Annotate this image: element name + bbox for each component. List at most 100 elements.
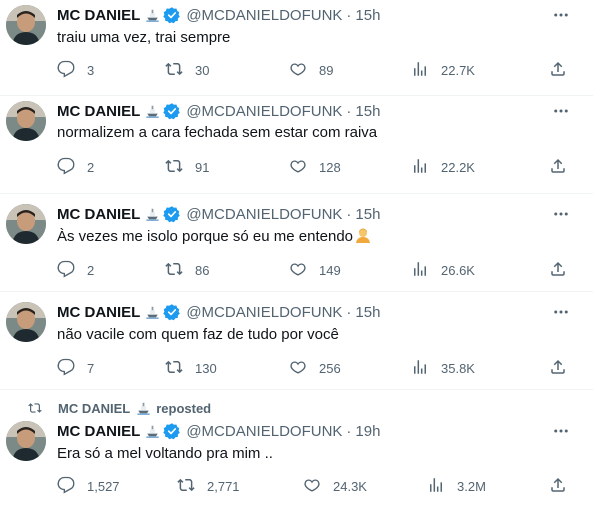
repost-button[interactable]: 30	[165, 60, 209, 80]
repost-button[interactable]: 86	[165, 260, 209, 280]
reply-button[interactable]: 2	[57, 260, 94, 280]
tweet-actions: 7 130 256 35.8K	[57, 358, 577, 378]
heart-icon	[289, 157, 307, 178]
views-button[interactable]: 3.2M	[427, 476, 486, 496]
like-count: 256	[319, 360, 341, 376]
author-handle[interactable]: @MCDANIELDOFUNK	[186, 103, 342, 120]
reply-count: 7	[87, 360, 95, 376]
share-icon	[549, 60, 567, 81]
verified-badge-icon[interactable]	[163, 303, 181, 321]
tweet[interactable]: MC DANIEL reposted MC DANIEL @MCDANIELDO…	[0, 390, 593, 507]
views-button[interactable]: 35.8K	[411, 358, 475, 378]
repost-count: 91	[195, 159, 210, 175]
views-button[interactable]: 22.2K	[411, 157, 475, 177]
tweet[interactable]: MC DANIEL @MCDANIELDOFUNK · 15h Às vezes…	[0, 194, 593, 292]
like-button[interactable]: 256	[289, 358, 341, 378]
separator-dot: ·	[346, 205, 352, 223]
avatar[interactable]	[6, 5, 46, 45]
avatar[interactable]	[6, 302, 46, 342]
tweet-text: Às vezes me isolo porque só eu me entend…	[57, 227, 371, 247]
tweet-time[interactable]: 15h	[355, 7, 380, 24]
reply-count: 2	[87, 262, 95, 278]
tweet-header: MC DANIEL @MCDANIELDOFUNK · 15h	[57, 204, 380, 224]
share-button[interactable]	[549, 358, 567, 378]
tweet-text: Era só a mel voltando pra mim ..	[57, 445, 273, 462]
like-button[interactable]: 24.3K	[303, 476, 367, 496]
avatar[interactable]	[6, 204, 46, 244]
reply-button[interactable]: 1,527	[57, 476, 120, 496]
author-handle[interactable]: @MCDANIELDOFUNK	[186, 206, 342, 223]
more-icon[interactable]	[551, 302, 571, 322]
more-icon[interactable]	[551, 421, 571, 441]
tweet-time[interactable]: 19h	[355, 423, 380, 440]
verified-badge-icon[interactable]	[163, 205, 181, 223]
author-name[interactable]: MC DANIEL	[57, 206, 140, 223]
repost-count: 130	[195, 360, 217, 376]
more-icon[interactable]	[551, 5, 571, 25]
repost-icon	[165, 157, 183, 178]
separator-dot: ·	[346, 102, 352, 120]
heart-icon	[289, 260, 307, 281]
heart-icon	[303, 476, 321, 497]
repost-count: 30	[195, 62, 210, 78]
avatar[interactable]	[6, 421, 46, 461]
reply-button[interactable]: 3	[57, 60, 94, 80]
separator-dot: ·	[346, 6, 352, 24]
repost-count: 86	[195, 262, 210, 278]
verified-badge-icon[interactable]	[163, 422, 181, 440]
person-emoji-icon	[355, 227, 371, 243]
tweet-header: MC DANIEL @MCDANIELDOFUNK · 15h	[57, 5, 380, 25]
author-name[interactable]: MC DANIEL	[57, 103, 140, 120]
author-name[interactable]: MC DANIEL	[57, 7, 140, 24]
share-button[interactable]	[549, 260, 567, 280]
avatar[interactable]	[6, 101, 46, 141]
ship-emoji-icon	[145, 8, 160, 22]
views-button[interactable]: 22.7K	[411, 60, 475, 80]
reply-count: 3	[87, 62, 95, 78]
author-handle[interactable]: @MCDANIELDOFUNK	[186, 304, 342, 321]
more-icon[interactable]	[551, 204, 571, 224]
tweet[interactable]: MC DANIEL @MCDANIELDOFUNK · 15h não vaci…	[0, 292, 593, 390]
repost-button[interactable]: 91	[165, 157, 209, 177]
repost-button[interactable]: 2,771	[177, 476, 240, 496]
verified-badge-icon[interactable]	[163, 6, 181, 24]
tweet-header: MC DANIEL @MCDANIELDOFUNK · 15h	[57, 302, 380, 322]
author-handle[interactable]: @MCDANIELDOFUNK	[186, 423, 342, 440]
author-name[interactable]: MC DANIEL	[57, 304, 140, 321]
views-count: 26.6K	[441, 262, 475, 278]
share-button[interactable]	[549, 60, 567, 80]
share-icon	[549, 157, 567, 178]
tweet-text: não vacile com quem faz de tudo por você	[57, 326, 339, 343]
reply-icon	[57, 60, 75, 81]
share-button[interactable]	[549, 476, 567, 496]
share-icon	[549, 476, 567, 497]
reply-icon	[57, 157, 75, 178]
tweet-header: MC DANIEL @MCDANIELDOFUNK · 15h	[57, 101, 380, 121]
repost-name[interactable]: MC DANIEL	[58, 401, 130, 416]
tweet-time[interactable]: 15h	[355, 103, 380, 120]
repost-button[interactable]: 130	[165, 358, 217, 378]
ship-emoji-icon	[145, 305, 160, 319]
reply-button[interactable]: 2	[57, 157, 94, 177]
like-button[interactable]: 149	[289, 260, 341, 280]
repost-banner[interactable]: MC DANIEL reposted	[28, 400, 211, 416]
tweet-text: normalizem a cara fechada sem estar com …	[57, 124, 378, 141]
separator-dot: ·	[346, 422, 352, 440]
tweet-time[interactable]: 15h	[355, 206, 380, 223]
like-button[interactable]: 89	[289, 60, 333, 80]
more-icon[interactable]	[551, 101, 571, 121]
verified-badge-icon[interactable]	[163, 102, 181, 120]
tweet-time[interactable]: 15h	[355, 304, 380, 321]
tweet[interactable]: MC DANIEL @MCDANIELDOFUNK · 15h normaliz…	[0, 96, 593, 194]
share-button[interactable]	[549, 157, 567, 177]
separator-dot: ·	[346, 303, 352, 321]
views-count: 22.7K	[441, 62, 475, 78]
views-button[interactable]: 26.6K	[411, 260, 475, 280]
reply-button[interactable]: 7	[57, 358, 94, 378]
author-name[interactable]: MC DANIEL	[57, 423, 140, 440]
repost-icon	[165, 358, 183, 379]
repost-icon	[177, 476, 195, 497]
tweet[interactable]: MC DANIEL @MCDANIELDOFUNK · 15h traiu um…	[0, 0, 593, 96]
author-handle[interactable]: @MCDANIELDOFUNK	[186, 7, 342, 24]
like-button[interactable]: 128	[289, 157, 341, 177]
